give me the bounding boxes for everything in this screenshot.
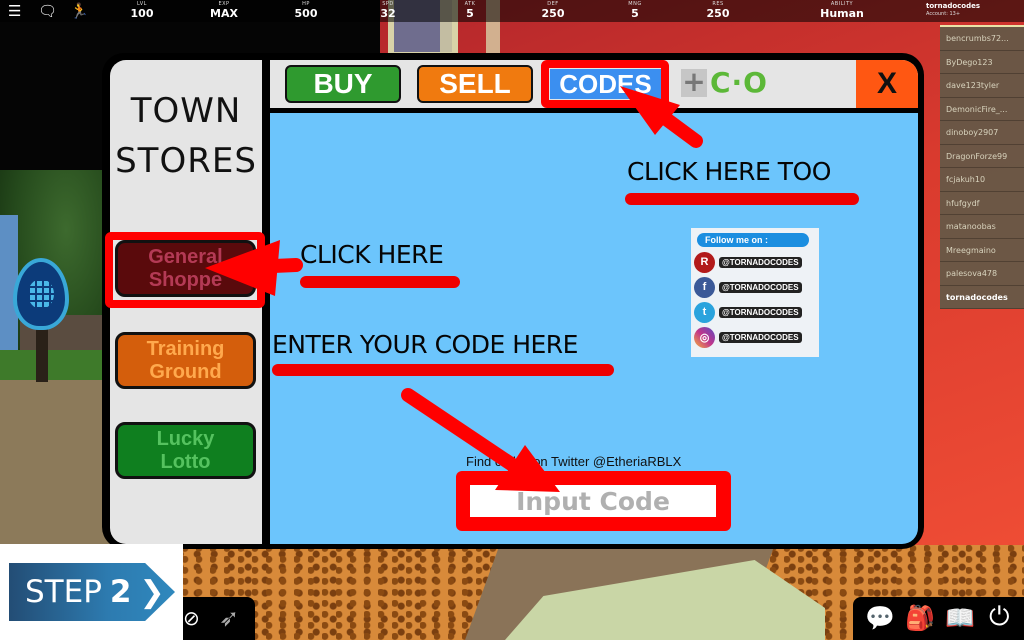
chat-bubble-icon[interactable]: 💬 xyxy=(865,603,895,633)
egg-globe-icon xyxy=(28,279,54,309)
player-list-item[interactable]: DragonForze99 xyxy=(940,145,1024,168)
stat-mng: MNG 5 xyxy=(605,1,665,20)
instagram-icon: ◎ xyxy=(694,326,715,348)
stat-res: RES 250 xyxy=(688,1,748,20)
chevron-right-icon: ❯ xyxy=(139,574,165,610)
stat-value: 5 xyxy=(631,7,639,20)
account-age-label: Account: 13+ xyxy=(926,11,961,17)
button-label-line1: Lucky xyxy=(156,427,215,450)
account-name: tornadocodes xyxy=(926,2,981,10)
stat-lvl: LVL 100 xyxy=(112,1,172,20)
lucky-lotto-button[interactable]: Lucky Lotto xyxy=(115,422,256,479)
social-handle: @TORNADOCODES xyxy=(719,306,802,318)
step-badge: STEP 2 ❯ xyxy=(9,563,175,621)
stat-spd: SPD 32 xyxy=(358,1,418,20)
button-label-line1: Training xyxy=(146,337,225,360)
player-list-item[interactable]: Mreegmaino xyxy=(940,239,1024,262)
social-handle: @TORNADOCODES xyxy=(719,256,802,268)
bottom-left-toolbar: ⊘ ➶ xyxy=(183,597,255,640)
step-label: STEP xyxy=(25,574,102,610)
annotation-click-here: CLICK HERE xyxy=(300,240,444,269)
facebook-icon: f xyxy=(694,276,715,298)
stat-value: 250 xyxy=(706,7,730,20)
player-list-item[interactable]: dave123tyler xyxy=(940,74,1024,98)
hide-ui-icon[interactable]: ⊘ xyxy=(183,603,200,633)
player-list-item[interactable]: palesova478 xyxy=(940,262,1024,286)
close-button[interactable]: X xyxy=(856,60,918,108)
player-list-item[interactable]: ByDego123 xyxy=(940,51,1024,74)
social-header: Follow me on : xyxy=(697,233,809,247)
plus-icon[interactable]: + xyxy=(681,68,707,97)
store-title-line1: TOWN xyxy=(130,91,242,131)
step-number: 2 xyxy=(109,574,132,610)
player-list-item-self[interactable]: tornadocodes xyxy=(940,286,1024,309)
stat-value: 250 xyxy=(541,7,565,20)
store-title: TOWN STORES xyxy=(110,86,262,186)
player-list-item[interactable]: hfufgydf xyxy=(940,192,1024,215)
roblox-icon: R xyxy=(694,251,715,273)
stat-value: Human xyxy=(820,7,864,20)
bottom-right-toolbar: 💬 🎒 📖 ⏻ xyxy=(853,597,1024,640)
chat-icon[interactable]: 🗨 xyxy=(38,2,57,20)
power-icon[interactable]: ⏻ xyxy=(989,602,1010,632)
social-row-roblox: R @TORNADOCODES xyxy=(694,251,802,273)
annotation-underline xyxy=(272,364,614,376)
tab-codes[interactable]: CODES xyxy=(550,69,661,99)
social-handle: @TORNADOCODES xyxy=(719,281,802,293)
menu-icon[interactable]: ☰ xyxy=(8,2,21,20)
player-list: bencrumbs72... ByDego123 dave123tyler De… xyxy=(940,25,1024,309)
code-input[interactable] xyxy=(470,485,716,517)
annotation-underline xyxy=(300,276,460,288)
annotation-underline xyxy=(625,193,859,205)
stat-hp: HP 500 xyxy=(276,1,336,20)
co-logo-icon: C·O xyxy=(710,66,768,99)
twitter-note: Find codes on Twitter @EtheriaRBLX xyxy=(466,454,682,469)
social-row-instagram: ◎ @TORNADOCODES xyxy=(694,326,802,348)
stat-value: 500 xyxy=(294,7,318,20)
tab-buy[interactable]: BUY xyxy=(285,65,401,103)
button-label-line2: Lotto xyxy=(160,450,211,473)
stat-value: 5 xyxy=(466,7,474,20)
tab-sell[interactable]: SELL xyxy=(417,65,533,103)
store-title-line2: STORES xyxy=(115,141,257,181)
social-handle: @TORNADOCODES xyxy=(719,331,802,343)
training-ground-button[interactable]: Training Ground xyxy=(115,332,256,389)
social-row-twitter: t @TORNADOCODES xyxy=(694,301,802,323)
player-list-item[interactable]: bencrumbs72... xyxy=(940,27,1024,51)
player-list-item[interactable]: DemonicFire_... xyxy=(940,98,1024,121)
emote-icon[interactable]: 🏃 xyxy=(70,2,89,20)
highlight-box-general-shoppe xyxy=(105,232,265,308)
player-list-item[interactable]: dinoboy2907 xyxy=(940,121,1024,145)
stat-value: MAX xyxy=(210,7,238,20)
top-hud: ☰ 🗨 🏃 LVL 100 EXP MAX HP 500 SPD 32 ATK 5 DEF… xyxy=(0,0,1024,22)
stat-value: 32 xyxy=(380,7,396,20)
button-label-line2: Ground xyxy=(149,360,222,383)
speed-icon[interactable]: ➶ xyxy=(219,603,239,633)
stat-value: 100 xyxy=(130,7,154,20)
book-icon[interactable]: 📖 xyxy=(945,603,975,633)
stat-atk: ATK 5 xyxy=(440,1,500,20)
backpack-icon[interactable]: 🎒 xyxy=(905,603,935,633)
player-list-item[interactable]: matanoobas xyxy=(940,215,1024,239)
social-row-facebook: f @TORNADOCODES xyxy=(694,276,802,298)
annotation-enter-code: ENTER YOUR CODE HERE xyxy=(272,330,578,359)
stat-def: DEF 250 xyxy=(523,1,583,20)
stat-ability: ABILITY Human xyxy=(812,1,872,20)
twitter-icon: t xyxy=(694,301,715,323)
player-list-item[interactable]: fcjakuh10 xyxy=(940,168,1024,192)
stat-exp: EXP MAX xyxy=(194,1,254,20)
account-info[interactable]: tornadocodes Account: 13+ xyxy=(926,2,980,18)
sidewalk xyxy=(0,380,110,550)
annotation-click-here-too: CLICK HERE TOO xyxy=(627,157,831,186)
